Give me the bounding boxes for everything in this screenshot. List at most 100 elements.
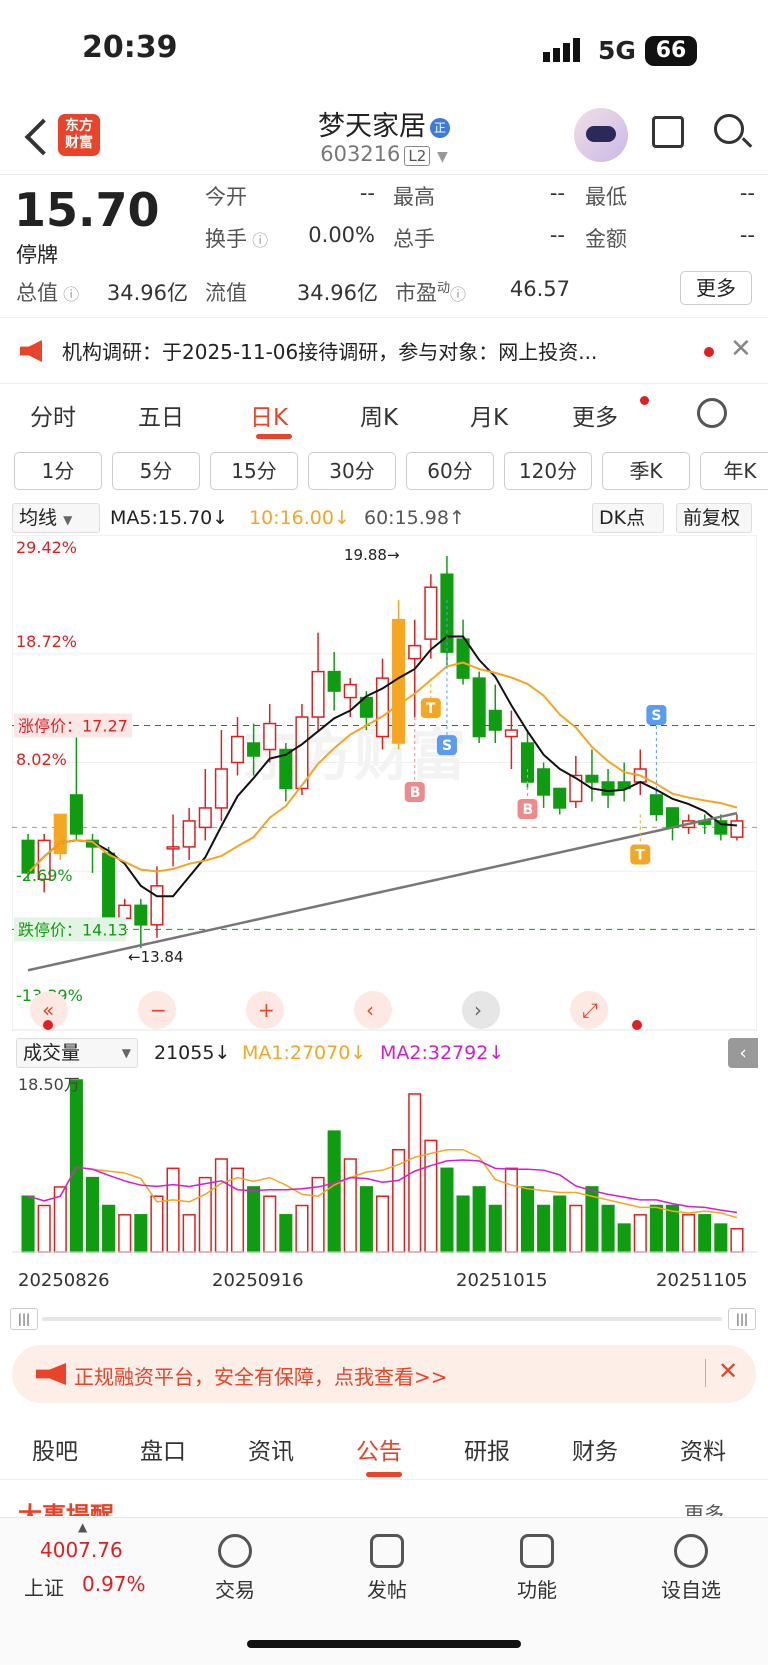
candle-body (343, 683, 357, 699)
ad-text[interactable]: 正规融资平台，安全有保障，点我查看>> (74, 1361, 448, 1390)
current-price: 15.70 (14, 183, 160, 237)
tab-news[interactable]: 资讯 (248, 1432, 294, 1466)
close-icon[interactable]: ✕ (718, 1357, 738, 1385)
interval-60m[interactable]: 60分 (406, 452, 494, 490)
tab-research[interactable]: 研报 (464, 1432, 510, 1466)
interval-120m[interactable]: 120分 (504, 452, 592, 490)
volume-selector[interactable]: 成交量 ▼ (16, 1038, 138, 1068)
candle-body (472, 677, 486, 738)
scroll-track (42, 1317, 722, 1321)
chart-scrollbar[interactable]: ||| ||| (10, 1306, 758, 1332)
tab-guba[interactable]: 股吧 (32, 1432, 78, 1466)
level-badge: L2 (404, 146, 431, 166)
volume-bar (343, 1158, 357, 1253)
trade-button[interactable]: 交易 (190, 1530, 280, 1603)
share-icon[interactable] (652, 116, 684, 148)
assistant-avatar[interactable] (574, 108, 628, 162)
volume-bar (730, 1228, 744, 1253)
candle-body (569, 774, 583, 803)
home-indicator (247, 1640, 521, 1648)
scroll-handle-left[interactable]: ||| (10, 1308, 38, 1330)
index-name: 上证 (24, 1576, 64, 1600)
interval-quarter[interactable]: 季K (602, 452, 690, 490)
gear-icon[interactable] (697, 398, 727, 428)
adjust-button[interactable]: 前复权 (676, 503, 752, 533)
ma5-value: MA5:15.70↓ (110, 507, 229, 529)
volume-bar (279, 1214, 293, 1253)
interval-5m[interactable]: 5分 (112, 452, 200, 490)
candle-body (69, 794, 83, 835)
volume-bar (214, 1158, 228, 1253)
add-watchlist-button[interactable]: 设自选 (646, 1530, 736, 1603)
limit-down-label: 跌停价：14.13 (18, 920, 128, 939)
volume-bar (520, 1186, 535, 1253)
scroll-handle-right[interactable]: ||| (728, 1308, 756, 1330)
battery-icon: 66 (645, 36, 697, 66)
tab-fenshi[interactable]: 分时 (30, 398, 76, 432)
yuan-exchange-icon (218, 1534, 252, 1568)
info-icon[interactable]: ⓘ (247, 231, 268, 250)
tab-wuri[interactable]: 五日 (138, 398, 184, 432)
grid-icon (520, 1534, 554, 1568)
ad-banner[interactable]: 正规融资平台，安全有保障，点我查看>> ✕ (12, 1345, 756, 1403)
interval-year[interactable]: 年K (700, 452, 768, 490)
volume-bar (134, 1214, 148, 1253)
candle-body (424, 586, 438, 640)
tab-weekk[interactable]: 周K (360, 398, 398, 432)
low-price-mark: ←13.84 (128, 948, 184, 966)
tab-profile[interactable]: 资料 (680, 1432, 726, 1466)
signal-label: S (442, 738, 452, 754)
candle-body (182, 820, 196, 848)
notice-bar[interactable]: 机构调研：于2025-11-06接待调研，参与对象：网上投资... (0, 318, 768, 384)
search-icon[interactable] (714, 114, 744, 144)
tab-pankou[interactable]: 盘口 (140, 1432, 186, 1466)
kline-chart[interactable]: 东方财富 29.42%18.72%8.02%-2.69%-13.39%涨停价：1… (12, 535, 757, 1035)
post-button[interactable]: 发帖 (342, 1530, 432, 1603)
tab-monthk[interactable]: 月K (470, 398, 508, 432)
field-value: -- (549, 181, 565, 205)
tab-dayk[interactable]: 日K (250, 398, 288, 432)
volume-bar (440, 1167, 454, 1253)
section-more-link[interactable]: 更多 (684, 1496, 724, 1516)
volume-bar (375, 1195, 390, 1253)
tab-finance[interactable]: 财务 (572, 1432, 618, 1466)
signal-label: S (651, 708, 661, 724)
interval-15m[interactable]: 15分 (210, 452, 298, 490)
field-value: -- (359, 181, 375, 205)
functions-button[interactable]: 功能 (492, 1530, 582, 1603)
close-icon[interactable]: ✕ (730, 334, 752, 364)
ma-selector[interactable]: 均线 ▼ (12, 503, 100, 533)
more-button[interactable]: 更多 (680, 271, 752, 305)
y-axis-label: 29.42% (16, 538, 77, 557)
tab-more[interactable]: 更多 (572, 398, 618, 432)
candle-body (649, 794, 663, 816)
field-value: 34.96亿 (106, 281, 188, 305)
vol-ma2: MA2:32792↓ (380, 1042, 505, 1064)
volume-value: 21055↓ (154, 1042, 231, 1064)
notice-text[interactable]: 机构调研：于2025-11-06接待调研，参与对象：网上投资... (62, 336, 682, 365)
volume-bar (488, 1204, 502, 1253)
volume-bars (12, 1079, 757, 1253)
field-label: 总手 (393, 227, 435, 251)
interval-tabs: 1分 5分 15分 30分 60分 120分 季K 年K (0, 452, 768, 492)
index-value[interactable]: 4007.76 (40, 1538, 123, 1562)
info-icon[interactable]: ⓘ (58, 285, 79, 304)
volume-bar (472, 1186, 486, 1253)
volume-chart[interactable]: 18.50万 (12, 1072, 757, 1262)
chart-controls[interactable]: « − + ‹ › ⤢ (30, 991, 642, 1030)
collapse-icon[interactable]: ‹ (728, 1038, 758, 1068)
volume-bar (102, 1204, 116, 1253)
marker-dot (43, 1020, 53, 1030)
interval-1m[interactable]: 1分 (14, 452, 102, 490)
date-label: 20250826 (18, 1270, 110, 1291)
stock-code: 603216 (320, 142, 401, 166)
prev-icon: ‹ (366, 998, 374, 1022)
status-time: 20:39 (82, 30, 178, 65)
dk-point-button[interactable]: DK点 (592, 503, 664, 533)
field-label: 今开 (205, 185, 247, 209)
y-axis-label: 8.02% (16, 750, 67, 769)
volume-bar (118, 1214, 132, 1253)
tab-announcements[interactable]: 公告 (356, 1432, 402, 1466)
info-icon[interactable]: ⓘ (450, 285, 466, 304)
interval-30m[interactable]: 30分 (308, 452, 396, 490)
